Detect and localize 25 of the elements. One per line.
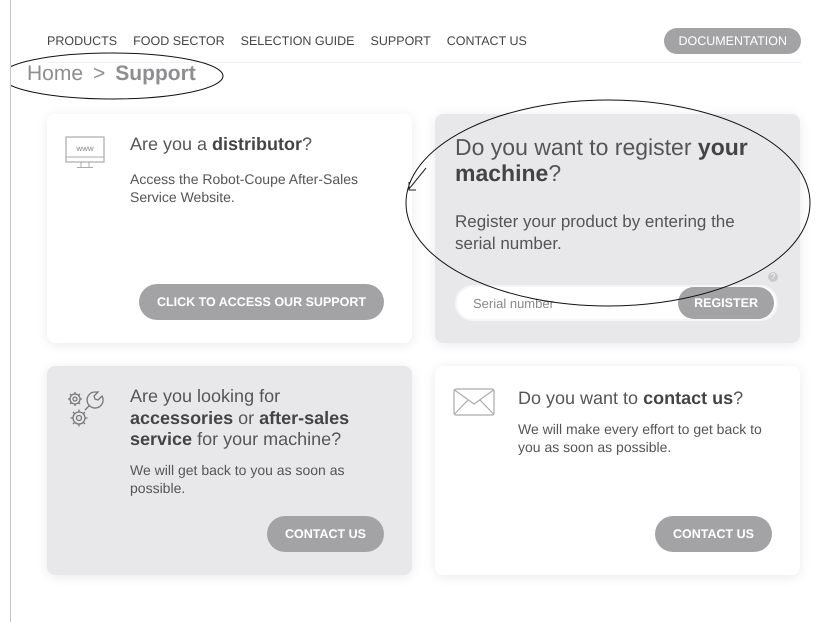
card-title: Are you looking for accessories or after-sales service for your machine? bbox=[130, 386, 350, 451]
card-text: We will make every effort to get back to you as soon as possible. bbox=[518, 420, 763, 456]
breadcrumb-link[interactable]: Home bbox=[27, 62, 84, 86]
nav-link[interactable]: FOOD SECTOR bbox=[133, 34, 225, 48]
nav-link[interactable]: SELECTION GUIDE bbox=[240, 34, 355, 48]
breadcrumb-link[interactable]: Support bbox=[115, 62, 196, 86]
nav-link[interactable]: SUPPORT bbox=[370, 34, 431, 48]
card-button[interactable]: CONTACT US bbox=[654, 516, 772, 552]
help-icon[interactable]: ? bbox=[768, 272, 778, 282]
nav-link[interactable]: PRODUCTS bbox=[47, 34, 118, 48]
card-text: Register your product by entering the serial number. bbox=[455, 210, 736, 255]
card-text: We will get back to you as soon as possible. bbox=[130, 460, 346, 498]
annotation-arrow bbox=[408, 168, 426, 190]
breadcrumb-separator: > bbox=[93, 62, 106, 86]
register-button[interactable]: REGISTER bbox=[678, 287, 774, 319]
card-title: Do you want to register your machine? bbox=[455, 134, 749, 187]
documentation-button[interactable]: DOCUMENTATION bbox=[664, 28, 801, 54]
card-button[interactable]: CLICK TO ACCESS OUR SUPPORT bbox=[138, 284, 384, 320]
card-button[interactable]: CONTACT US bbox=[266, 516, 384, 552]
envelope-icon bbox=[453, 388, 495, 416]
card-text: Access the Robot-Coupe After-Sales Service Website. bbox=[130, 170, 360, 206]
card-title: Do you want to contact us? bbox=[518, 388, 744, 410]
serial-number-field[interactable]: Serial number REGISTER bbox=[455, 285, 778, 321]
card-title: Are you a distributor? bbox=[130, 134, 314, 156]
nav-link[interactable]: CONTACT US bbox=[446, 34, 527, 48]
